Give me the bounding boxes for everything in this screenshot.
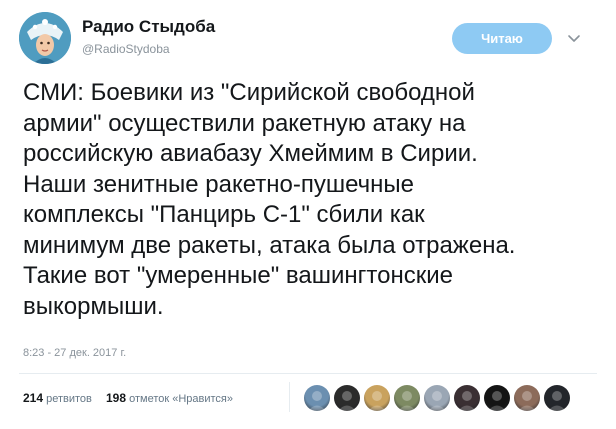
tweet-text: СМИ: Боевики из "Сирийской свободной арм… bbox=[23, 78, 603, 322]
likes-label: отметок «Нравится» bbox=[129, 393, 233, 405]
liker-avatar[interactable] bbox=[454, 385, 480, 411]
avatar-image-icon bbox=[19, 12, 71, 64]
tweet-text-line: российскую авиабазу Хмеймим в Сирии. bbox=[23, 140, 478, 167]
liker-avatar[interactable] bbox=[424, 385, 450, 411]
tweet-timestamp[interactable]: 8:23 - 27 дек. 2017 г. bbox=[23, 347, 126, 359]
likes-stat[interactable]: 198 отметок «Нравится» bbox=[106, 391, 233, 405]
tweet-text-line: СМИ: Боевики из "Сирийской свободной bbox=[23, 79, 475, 106]
chevron-down-icon[interactable] bbox=[566, 30, 582, 46]
tweet-text-line: Такие вот "умеренные" вашингтонские bbox=[23, 262, 453, 289]
following-button[interactable]: Читаю bbox=[452, 23, 552, 54]
avatar-image-icon bbox=[338, 391, 356, 411]
author-handle[interactable]: @RadioStydoba bbox=[82, 42, 170, 56]
liker-avatar[interactable] bbox=[364, 385, 390, 411]
avatar-image-icon bbox=[458, 391, 476, 411]
avatar-image-icon bbox=[548, 391, 566, 411]
stats-separator bbox=[289, 382, 290, 412]
divider bbox=[19, 373, 597, 374]
liker-avatar[interactable] bbox=[484, 385, 510, 411]
liker-avatar[interactable] bbox=[514, 385, 540, 411]
retweets-count: 214 bbox=[23, 391, 44, 405]
avatar-image-icon bbox=[518, 391, 536, 411]
tweet-text-line: Наши зенитные ракетно-пушечные bbox=[23, 170, 415, 198]
author-avatar[interactable] bbox=[19, 12, 71, 64]
tweet-stats: 214 ретвитов 198 отметок «Нравится» bbox=[23, 391, 233, 405]
avatar-image-icon bbox=[368, 391, 386, 411]
avatar-image-icon bbox=[488, 391, 506, 411]
liker-avatar[interactable] bbox=[394, 385, 420, 411]
liker-avatars bbox=[304, 385, 574, 411]
tweet-text-line: армии" осуществили ракетную атаку на bbox=[23, 109, 466, 137]
avatar-image-icon bbox=[398, 391, 416, 411]
retweets-label: ретвитов bbox=[46, 393, 92, 405]
avatar-image-icon bbox=[308, 391, 326, 411]
retweets-stat[interactable]: 214 ретвитов bbox=[23, 391, 95, 405]
liker-avatar[interactable] bbox=[544, 385, 570, 411]
liker-avatar[interactable] bbox=[334, 385, 360, 411]
avatar-image-icon bbox=[428, 391, 446, 411]
tweet-text-line: комплексы "Панцирь С-1" сбили как bbox=[23, 201, 425, 228]
likes-count: 198 bbox=[106, 391, 127, 405]
tweet-text-line: выкормыши. bbox=[23, 292, 164, 320]
tweet-card: Радио Стыдоба @RadioStydoba Читаю СМИ: Б… bbox=[0, 0, 616, 429]
liker-avatar[interactable] bbox=[304, 385, 330, 411]
author-name[interactable]: Радио Стыдоба bbox=[82, 17, 215, 37]
tweet-text-line: минимум две ракеты, атака была отражена. bbox=[23, 231, 516, 259]
